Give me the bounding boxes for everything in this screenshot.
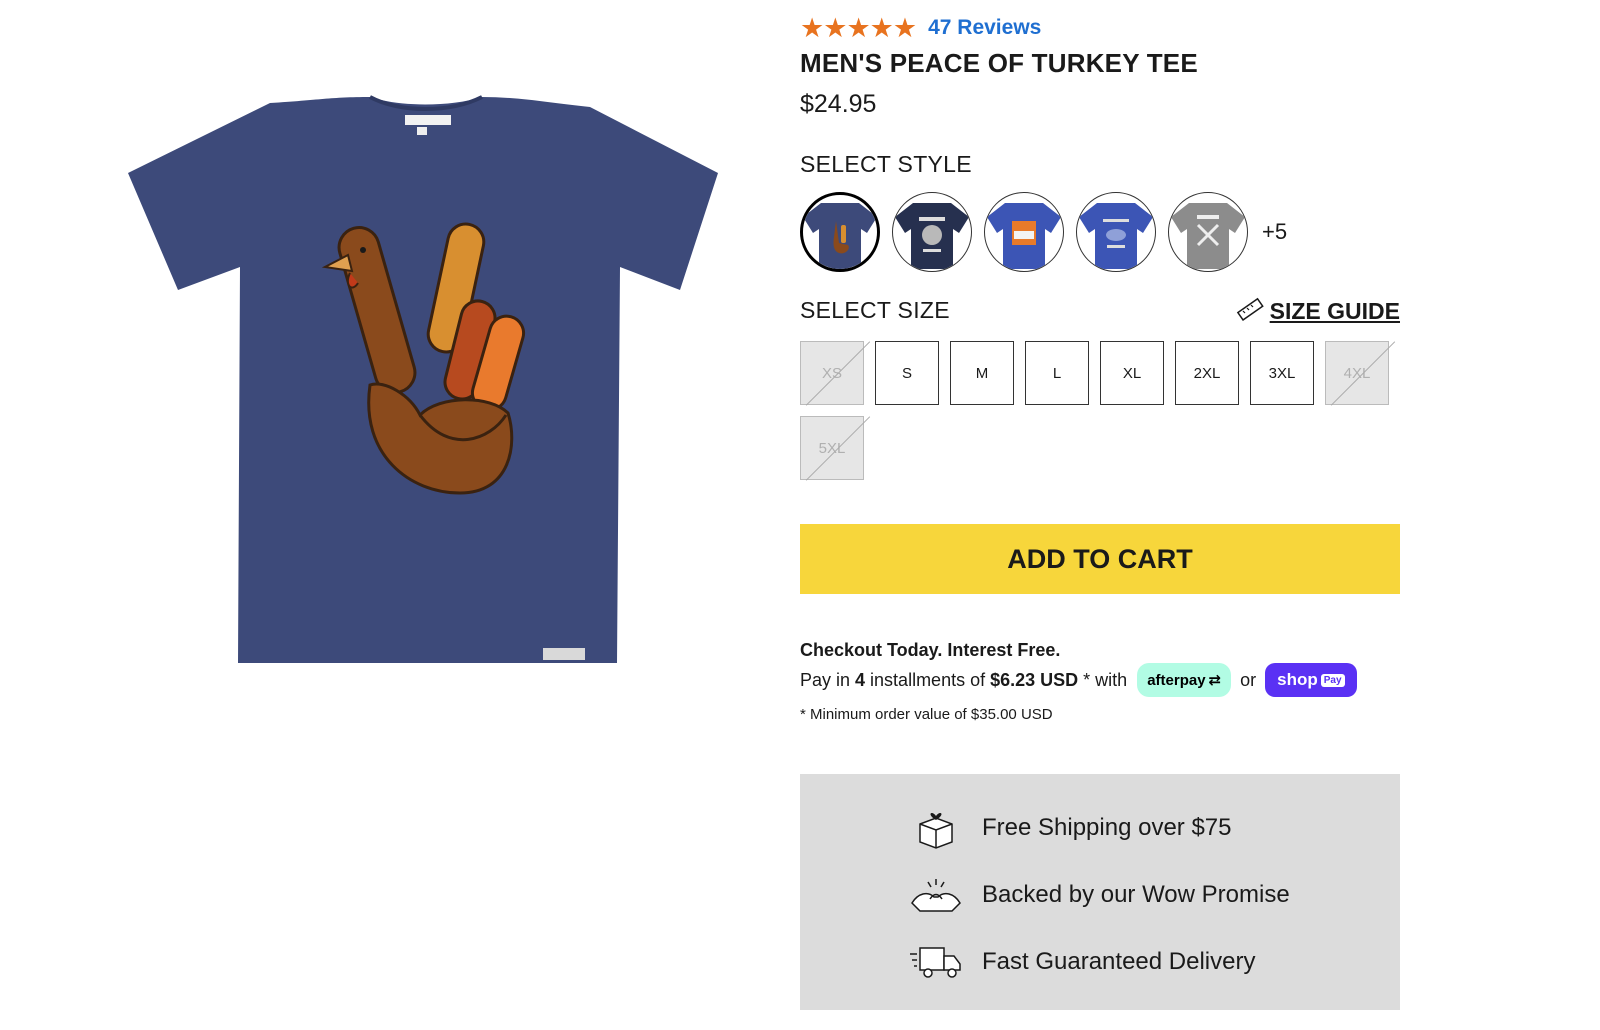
style-swatch-peace-turkey[interactable] [800,192,880,272]
shoppay-badge[interactable]: shop Pay [1265,663,1357,697]
star-icon: ★ [869,13,894,43]
size-option-5xl: 5XL [800,416,864,480]
pay-in-text: Pay in [800,669,851,690]
star-icon: ★ [846,13,870,43]
product-title: MEN'S PEACE OF TURKEY TEE [800,48,1198,78]
size-option-3xl[interactable]: 3XL [1250,341,1314,405]
promise-item: Backed by our Wow Promise [904,869,1290,921]
select-style-label: SELECT STYLE [800,151,972,177]
afterpay-arrows-icon: ⇄ [1208,672,1222,689]
style-swatch-wake-me-up[interactable] [984,192,1064,272]
add-to-cart-button[interactable]: ADD TO CART [800,524,1400,594]
promise-item: Free Shipping over $75 [904,802,1232,854]
or-text: or [1240,669,1257,690]
size-option-xl[interactable]: XL [1100,341,1164,405]
size-options: XS S M L XL 2XL 3XL 4XL 5XL [800,341,1400,491]
installment-amount: $6.23 USD [990,669,1079,690]
with-text: * with [1083,669,1128,690]
star-rating: ★ ★ ★ ★ ★ [800,13,917,43]
star-icon: ★ [823,13,847,43]
installments-of-text: installments of [870,669,986,690]
style-swatch-zero-plucks[interactable] [892,192,972,272]
promise-text: Backed by our Wow Promise [982,881,1290,908]
ruler-icon [1236,297,1264,326]
afterpay-label: afterpay [1147,671,1206,689]
box-heart-icon [904,802,968,854]
star-icon: ★ [800,13,824,43]
installment-count: 4 [855,669,866,690]
delivery-truck-icon [904,936,968,988]
size-option-m[interactable]: M [950,341,1014,405]
product-image[interactable] [120,95,740,685]
size-option-4xl: 4XL [1325,341,1389,405]
shoppay-label: shop [1277,670,1318,689]
size-option-s[interactable]: S [875,341,939,405]
size-option-xs: XS [800,341,864,405]
shoppay-pay-label: Pay [1320,673,1345,687]
size-option-2xl[interactable]: 2XL [1175,341,1239,405]
style-swatch-leftovers[interactable] [1076,192,1156,272]
style-swatches: +5 [800,192,1287,272]
minimum-order-note: * Minimum order value of $35.00 USD [800,706,1053,723]
select-size-label: SELECT SIZE [800,297,950,323]
product-price: $24.95 [800,90,877,118]
promise-text: Free Shipping over $75 [982,814,1232,841]
size-guide-link[interactable]: SIZE GUIDE [1236,297,1400,326]
promise-item: Fast Guaranteed Delivery [904,936,1255,988]
reviews-link[interactable]: 47 Reviews [928,14,1041,42]
checkout-heading: Checkout Today. Interest Free. [800,640,1061,660]
pinky-promise-icon [904,869,968,921]
installments-row: Pay in 4 installments of $6.23 USD * wit… [800,663,1357,697]
size-guide-label: SIZE GUIDE [1269,298,1400,324]
more-styles-count[interactable]: +5 [1262,219,1287,245]
afterpay-badge[interactable]: afterpay ⇄ [1137,663,1232,697]
size-option-l[interactable]: L [1025,341,1089,405]
promises-panel: Free Shipping over $75 Backed by our Wow… [800,774,1400,1010]
style-swatch-feast-mode[interactable] [1168,192,1248,272]
promise-text: Fast Guaranteed Delivery [982,948,1256,975]
rating-row: ★ ★ ★ ★ ★ 47 Reviews [800,14,1041,42]
star-icon: ★ [892,13,917,43]
